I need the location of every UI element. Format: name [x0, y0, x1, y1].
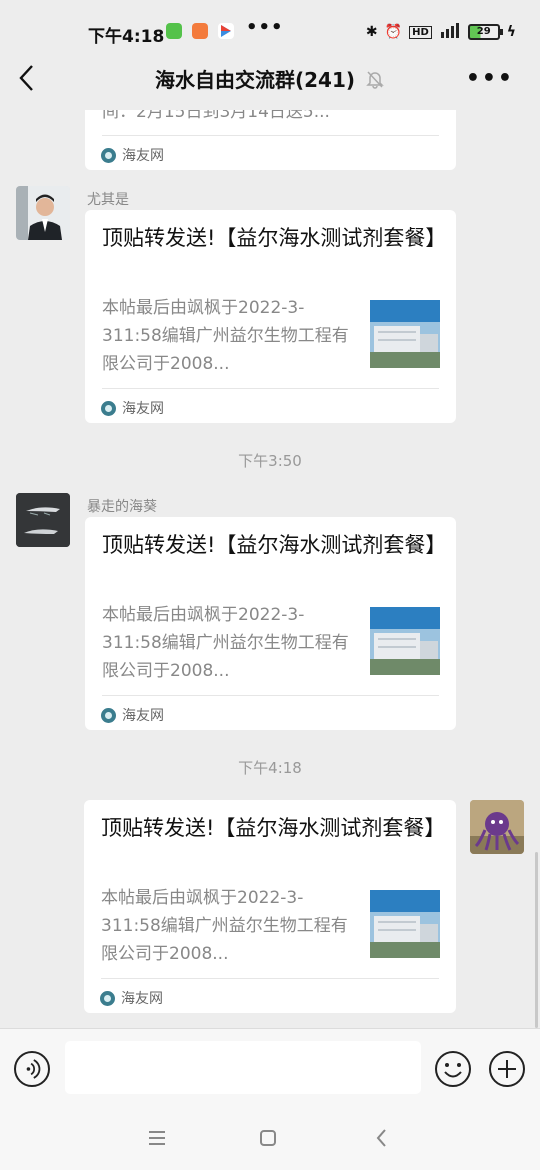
avatar[interactable] [16, 493, 70, 547]
source-name: 海友网 [122, 708, 164, 724]
card-description: 本帖最后由飒枫于2022-3-311:58编辑广州益尔生物工程有限公司于2008… [102, 298, 349, 374]
back-nav-icon[interactable] [368, 1124, 396, 1152]
card-source: 海友网 [100, 988, 163, 1008]
input-bar [0, 1028, 540, 1106]
card-source: 海友网 [101, 145, 164, 165]
chat-header: 海水自由交流群(241) ••• [0, 64, 540, 110]
avatar[interactable] [470, 800, 524, 854]
message-list[interactable]: 间：2月15日到3月14日送5... 海友网 尤其是 顶贴转发送!【益尔海水测试… [0, 110, 540, 1028]
card-divider [102, 388, 439, 389]
home-icon[interactable] [254, 1124, 282, 1152]
muted-bell-icon [366, 70, 384, 89]
source-name: 海友网 [122, 401, 164, 417]
system-navigation-bar [0, 1106, 540, 1170]
charging-icon: ϟ [506, 24, 516, 40]
avatar[interactable] [16, 186, 70, 240]
card-divider [101, 978, 439, 979]
emoji-button[interactable] [434, 1050, 472, 1088]
menu-icon[interactable] [143, 1124, 171, 1152]
hd-icon: HD [409, 25, 432, 39]
status-bar: 下午4:18 ••• ✱ ⏰ HD 29 ϟ [0, 0, 540, 64]
card-thumbnail [370, 890, 440, 958]
card-thumbnail [370, 300, 440, 368]
card-description: 间：2月15日到3月14日送5... [102, 110, 330, 122]
app-notification-icon [192, 23, 208, 39]
source-name: 海友网 [122, 148, 164, 164]
chat-title-container: 海水自由交流群(241) [0, 64, 540, 93]
alarm-icon: ⏰ [384, 24, 403, 40]
source-name: 海友网 [121, 991, 163, 1007]
status-icons: ✱ ⏰ HD 29 ϟ [366, 22, 516, 42]
sender-name: 尤其是 [87, 192, 129, 208]
card-description: 本帖最后由飒枫于2022-3-311:58编辑广州益尔生物工程有限公司于2008… [101, 888, 348, 964]
battery-icon: 29 [467, 24, 503, 40]
card-divider [102, 695, 439, 696]
card-divider [102, 135, 439, 136]
more-notifications-icon: ••• [246, 17, 284, 38]
more-options-button[interactable]: ••• [466, 66, 514, 91]
card-title: 顶贴转发送!【益尔海水测试剂套餐】 [101, 816, 446, 840]
card-title: 顶贴转发送!【益尔海水测试剂套餐】 [102, 533, 447, 557]
source-logo-icon [101, 147, 116, 163]
link-card[interactable]: 顶贴转发送!【益尔海水测试剂套餐】 本帖最后由飒枫于2022-3-311:58编… [84, 800, 456, 1013]
source-logo-icon [100, 990, 115, 1006]
sender-name: 暴走的海葵 [87, 499, 157, 515]
link-card[interactable]: 间：2月15日到3月14日送5... 海友网 [85, 110, 456, 170]
more-functions-button[interactable] [488, 1050, 526, 1088]
link-card[interactable]: 顶贴转发送!【益尔海水测试剂套餐】 本帖最后由飒枫于2022-3-311:58编… [85, 517, 456, 730]
play-store-icon [218, 23, 234, 39]
source-logo-icon [101, 400, 116, 416]
card-description: 本帖最后由飒枫于2022-3-311:58编辑广州益尔生物工程有限公司于2008… [102, 605, 349, 681]
bluetooth-icon: ✱ [365, 24, 378, 40]
card-title: 顶贴转发送!【益尔海水测试剂套餐】 [102, 226, 447, 250]
message-input[interactable] [65, 1041, 421, 1094]
scrollbar[interactable] [535, 852, 538, 1028]
time-separator: 下午4:18 [238, 759, 302, 777]
card-source: 海友网 [101, 705, 164, 725]
card-thumbnail [370, 607, 440, 675]
time-separator: 下午3:50 [238, 452, 302, 470]
voice-button[interactable] [14, 1051, 50, 1087]
status-time: 下午4:18 [88, 27, 165, 47]
link-card[interactable]: 顶贴转发送!【益尔海水测试剂套餐】 本帖最后由飒枫于2022-3-311:58编… [85, 210, 456, 423]
card-source: 海友网 [101, 398, 164, 418]
source-logo-icon [101, 707, 116, 723]
app-notification-icon [166, 23, 182, 39]
chat-title: 海水自由交流群(241) [154, 68, 356, 92]
signal-icon [439, 22, 461, 42]
